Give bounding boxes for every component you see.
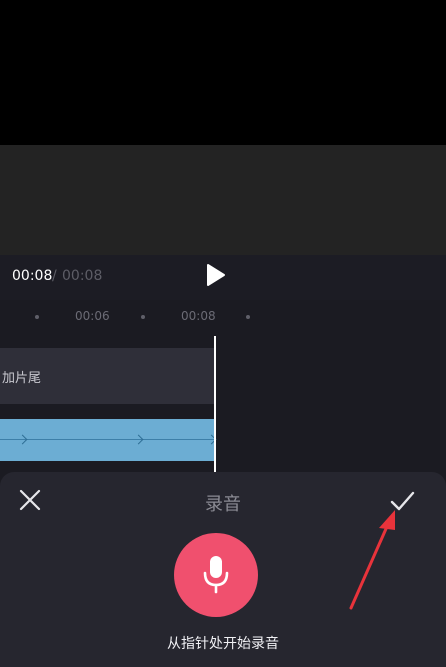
- ruler-label-0006: 00:06: [75, 309, 110, 323]
- record-hint-text: 从指针处开始录音: [167, 636, 279, 652]
- ruler-tick: [246, 315, 250, 319]
- ruler-tick: [141, 315, 145, 319]
- annotation-arrow-icon: [349, 510, 395, 610]
- audio-waveform-line: [0, 439, 215, 440]
- current-time: 00:08: [12, 268, 53, 284]
- play-button[interactable]: [202, 262, 228, 288]
- audio-track[interactable]: [0, 419, 215, 461]
- play-icon: [207, 264, 225, 286]
- video-preview-lower: [0, 145, 446, 255]
- record-button[interactable]: [174, 533, 258, 617]
- total-time: 00:08: [62, 268, 103, 284]
- ending-clip-label: 加片尾: [2, 371, 42, 386]
- time-separator: /: [52, 268, 57, 284]
- ruler-tick: [35, 315, 39, 319]
- playhead[interactable]: [214, 336, 216, 472]
- ruler-label-0008: 00:08: [181, 309, 216, 323]
- audio-record-screen: 00:08 / 00:08 00:06 00:08 加片尾 录音 从指针处开始录…: [0, 0, 446, 667]
- video-preview: [0, 0, 446, 145]
- microphone-icon: [203, 556, 229, 594]
